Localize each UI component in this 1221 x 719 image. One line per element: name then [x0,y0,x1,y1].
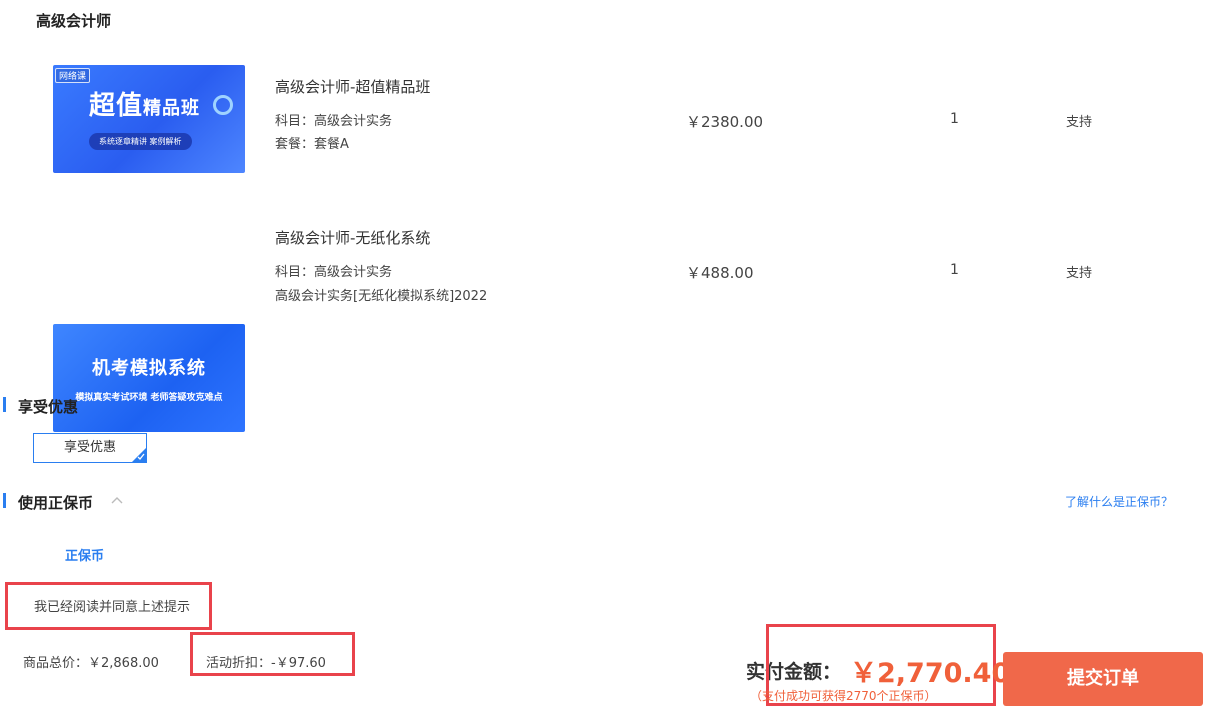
product-name[interactable]: 高级会计师-无纸化系统 [275,227,430,248]
total-goods-price: 商品总价：￥2,868.00 [23,656,159,671]
product-image-subtitle: 系统逐章精讲 案例解析 [89,133,192,150]
discount-section-title: 享受优惠 [18,398,79,416]
product-image-2[interactable]: 机考模拟系统 模拟真实考试环境 老师答疑攻克难点 [53,324,245,432]
activity-discount: 活动折扣：-￥97.60 [206,656,326,671]
pay-amount: ￥2,770.40 [850,658,1011,689]
product-image-subtitle: 模拟真实考试环境 老师答疑攻克难点 [75,393,223,403]
section-marker [3,493,6,508]
product-name[interactable]: 高级会计师-超值精品班 [275,76,430,97]
coin-reward-note: （支付成功可获得2770个正保币） [750,689,937,703]
online-course-badge: 网络课 [55,68,91,83]
product-image-title: 机考模拟系统 [92,358,206,379]
coins-section-title: 使用正保币 [18,494,94,512]
product-image-1[interactable]: 网络课 超值精品班 系统逐章精讲 案例解析 [53,65,245,173]
chevron-up-icon[interactable] [110,496,124,506]
discount-option-label: 享受优惠 [63,440,116,455]
section-marker [3,397,6,412]
coins-help-link[interactable]: 了解什么是正保币？ [1065,493,1173,510]
product-support: 支持 [1066,115,1093,130]
product-price: ￥488.00 [686,264,754,282]
product-subject: 科目：高级会计实务 [275,265,393,280]
coin-label[interactable]: 正保币 [65,545,104,564]
product-quantity: 1 [950,111,959,127]
agreement-text[interactable]: 我已经阅读并同意上述提示 [34,596,190,615]
product-quantity: 1 [950,262,959,278]
product-package: 套餐：套餐A [275,137,349,152]
product-subject: 科目：高级会计实务 [275,114,393,129]
play-icon [213,95,233,115]
product-image-title: 超值精品班 [89,91,201,121]
product-support: 支持 [1066,266,1093,281]
submit-order-button[interactable]: 提交订单 [1003,652,1203,706]
product-price: ￥2380.00 [686,113,764,131]
category-title: 高级会计师 [36,12,112,30]
check-icon [137,453,145,460]
product-package: 高级会计实务[无纸化模拟系统]2022 [275,289,488,304]
discount-option-button[interactable]: 享受优惠 [33,433,147,463]
